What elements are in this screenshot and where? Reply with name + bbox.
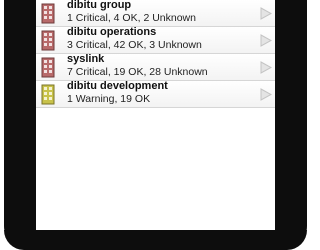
disclosure-arrow-icon[interactable] <box>260 34 272 47</box>
list-item-dibitu-development[interactable]: dibitu development 1 Warning, 19 OK <box>36 80 275 108</box>
building-red-icon <box>41 2 55 24</box>
building-red-icon <box>41 56 55 78</box>
group-name: syslink <box>67 53 105 65</box>
group-name: dibitu operations <box>67 26 157 38</box>
group-status: 3 Critical, 42 OK, 3 Unknown <box>67 39 202 51</box>
group-name: dibitu development <box>67 80 168 92</box>
building-yellow-icon <box>41 83 55 105</box>
list-item-dibitu-operations[interactable]: dibitu operations 3 Critical, 42 OK, 3 U… <box>36 26 275 54</box>
disclosure-arrow-icon[interactable] <box>260 61 272 74</box>
group-name: dibitu group <box>67 0 132 11</box>
group-status: 7 Critical, 19 OK, 28 Unknown <box>67 66 208 78</box>
phone-frame: dibitu group 1 Critical, 4 OK, 2 Unknown… <box>0 0 311 250</box>
disclosure-arrow-icon[interactable] <box>260 88 272 101</box>
phone-bezel-right <box>275 0 307 250</box>
phone-bezel-left <box>4 0 36 250</box>
host-group-list: dibitu group 1 Critical, 4 OK, 2 Unknown… <box>36 0 275 230</box>
list-item-dibitu-group[interactable]: dibitu group 1 Critical, 4 OK, 2 Unknown <box>36 0 275 27</box>
phone-bezel-bottom <box>4 230 307 250</box>
list-item-syslink[interactable]: syslink 7 Critical, 19 OK, 28 Unknown <box>36 53 275 81</box>
building-red-icon <box>41 29 55 51</box>
disclosure-arrow-icon[interactable] <box>260 7 272 20</box>
group-status: 1 Critical, 4 OK, 2 Unknown <box>67 12 196 24</box>
group-status: 1 Warning, 19 OK <box>67 93 151 105</box>
